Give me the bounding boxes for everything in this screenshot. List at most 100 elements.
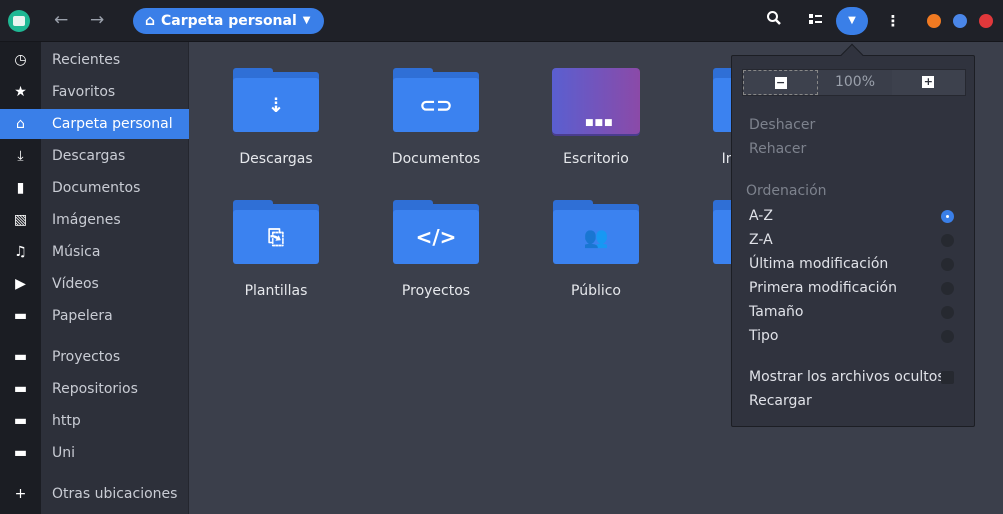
sidebar-item-recientes[interactable]: ◷ Recientes — [0, 45, 189, 75]
folder-label: Plantillas — [244, 283, 308, 299]
folder-descargas[interactable]: ⇣ Descargas — [216, 68, 336, 167]
sidebar-item-http[interactable]: ▬ http — [0, 406, 189, 436]
chevron-down-icon: ▼ — [302, 15, 311, 26]
image-icon: ▧ — [13, 212, 28, 228]
search-icon — [767, 11, 781, 25]
menu-button[interactable]: ▼ — [836, 7, 868, 35]
maximize-button[interactable] — [953, 14, 967, 28]
home-icon: ⌂ — [16, 116, 25, 132]
trash-icon: ▬ — [13, 308, 28, 324]
video-icon: ▶ — [15, 276, 26, 292]
zoom-level: 100% — [834, 74, 875, 90]
sidebar-item-label: Documentos — [52, 180, 141, 196]
sidebar-item-favoritos[interactable]: ★ Favoritos — [0, 77, 189, 107]
sidebar-item-label: Repositorios — [52, 381, 138, 397]
view-toggle-button[interactable] — [804, 9, 828, 33]
document-icon: ▮ — [16, 180, 25, 196]
folder-label: Escritorio — [563, 151, 629, 167]
plus-icon: + — [922, 75, 935, 88]
folder-label: Descargas — [239, 151, 313, 167]
code-folder-icon: </> — [393, 200, 479, 264]
folder-icon: ▬ — [13, 381, 28, 397]
sort-option[interactable]: Z-A — [749, 232, 773, 248]
sort-radio[interactable] — [941, 306, 954, 319]
sidebar-item-label: Favoritos — [52, 84, 116, 100]
zoom-out-button[interactable]: − — [743, 70, 819, 95]
sidebar-item-documentos[interactable]: ▮ Documentos — [0, 173, 189, 203]
forward-button[interactable]: → — [90, 10, 104, 30]
documents-folder-icon: ⊂⊃ — [393, 68, 479, 132]
header-bar: ← → ⌂ Carpeta personal ▼ ▼ ⋮ — [0, 0, 1003, 42]
sort-option[interactable]: A-Z — [749, 208, 773, 224]
sidebar-item-label: Proyectos — [52, 349, 121, 365]
download-folder-icon: ⇣ — [233, 68, 319, 132]
sidebar-item-papelera[interactable]: ▬ Papelera — [0, 301, 189, 331]
sort-radio[interactable] — [941, 210, 954, 223]
sort-radio[interactable] — [941, 258, 954, 271]
templates-folder-icon: ⎘ — [233, 200, 319, 264]
sidebar-item-otras-ubicaciones[interactable]: + Otras ubicaciones — [0, 479, 189, 509]
sidebar-item-repositorios[interactable]: ▬ Repositorios — [0, 374, 189, 404]
back-button[interactable]: ← — [54, 10, 68, 30]
sidebar-item-label: Música — [52, 244, 101, 260]
clock-icon: ◷ — [14, 52, 27, 68]
redo-item[interactable]: Rehacer — [749, 141, 806, 157]
folder-label: Público — [571, 283, 621, 299]
folder-documentos[interactable]: ⊂⊃ Documentos — [376, 68, 496, 167]
kebab-icon: ⋮ — [885, 12, 901, 30]
public-folder-icon: 👥 — [553, 200, 639, 264]
sort-radio[interactable] — [941, 234, 954, 247]
sort-option[interactable]: Tamaño — [749, 304, 803, 320]
sidebar-item-label: Uni — [52, 445, 76, 461]
undo-item[interactable]: Deshacer — [749, 117, 815, 133]
star-icon: ★ — [14, 84, 27, 100]
folder-icon: ▬ — [13, 413, 28, 429]
sort-radio[interactable] — [941, 282, 954, 295]
download-icon: ⤓ — [17, 148, 24, 164]
show-hidden-item[interactable]: Mostrar los archivos ocultos — [749, 369, 945, 385]
zoom-in-button[interactable]: + — [891, 70, 965, 95]
chevron-down-icon: ▼ — [848, 15, 856, 26]
sidebar-item-label: Papelera — [52, 308, 113, 324]
minus-icon: − — [774, 76, 787, 89]
sidebar-item-carpeta-personal[interactable]: ⌂ Carpeta personal — [0, 109, 189, 139]
sidebar-item-label: Otras ubicaciones — [52, 486, 178, 502]
show-hidden-checkbox[interactable] — [941, 371, 954, 384]
sidebar-item-imágenes[interactable]: ▧ Imágenes — [0, 205, 189, 235]
folder-escritorio[interactable]: ■■■ Escritorio — [536, 68, 656, 167]
home-icon: ⌂ — [145, 13, 156, 29]
close-button[interactable] — [979, 14, 993, 28]
sidebar-item-música[interactable]: ♫ Música — [0, 237, 189, 267]
app-icon — [8, 10, 30, 32]
sidebar-item-descargas[interactable]: ⤓ Descargas — [0, 141, 189, 171]
sidebar-item-label: Vídeos — [52, 276, 99, 292]
list-view-icon — [809, 14, 822, 24]
sidebar-item-uni[interactable]: ▬ Uni — [0, 438, 189, 468]
path-label: Carpeta personal — [161, 13, 297, 29]
sort-option[interactable]: Tipo — [749, 328, 778, 344]
sort-option[interactable]: Última modificación — [749, 256, 888, 272]
view-menu-popover: − 100% + Deshacer Rehacer Ordenación A-Z… — [731, 55, 975, 427]
path-button[interactable]: ⌂ Carpeta personal ▼ — [133, 8, 325, 34]
more-options-button[interactable]: ⋮ — [881, 9, 905, 33]
sidebar-item-label: Carpeta personal — [52, 116, 173, 132]
sort-heading: Ordenación — [746, 183, 827, 199]
sidebar-item-label: Imágenes — [52, 212, 121, 228]
sidebar-item-vídeos[interactable]: ▶ Vídeos — [0, 269, 189, 299]
folder-proyectos[interactable]: </> Proyectos — [376, 200, 496, 299]
sort-radio[interactable] — [941, 330, 954, 343]
plus-icon: + — [14, 486, 27, 502]
sidebar-item-label: Descargas — [52, 148, 126, 164]
sort-option[interactable]: Primera modificación — [749, 280, 897, 296]
search-button[interactable] — [762, 9, 786, 33]
reload-item[interactable]: Recargar — [749, 393, 812, 409]
folder-plantillas[interactable]: ⎘ Plantillas — [216, 200, 336, 299]
sidebar-item-label: Recientes — [52, 52, 121, 68]
sidebar-item-proyectos[interactable]: ▬ Proyectos — [0, 342, 189, 372]
folder-publico[interactable]: 👥 Público — [536, 200, 656, 299]
minimize-button[interactable] — [927, 14, 941, 28]
folder-label: Proyectos — [401, 283, 471, 299]
folder-icon: ▬ — [13, 349, 28, 365]
music-icon: ♫ — [14, 244, 27, 260]
folder-icon: ▬ — [13, 445, 28, 461]
